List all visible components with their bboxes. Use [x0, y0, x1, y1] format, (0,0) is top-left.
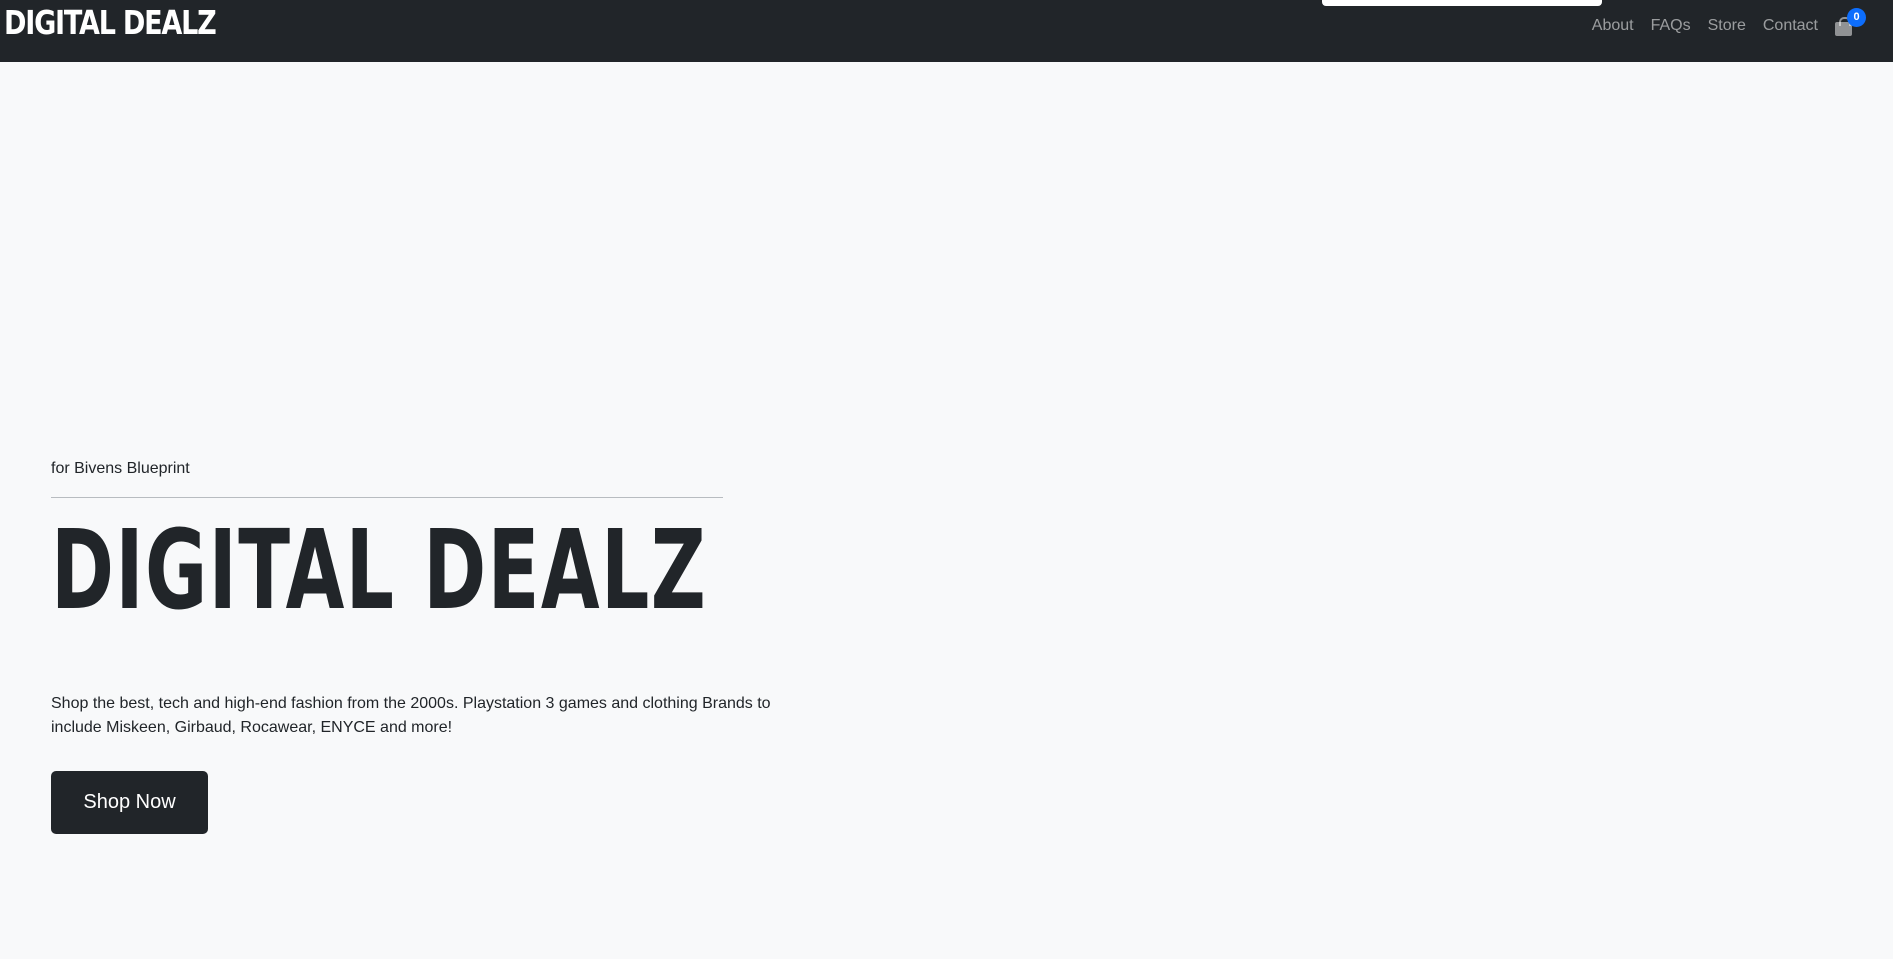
nav-link-faqs[interactable]: FAQs — [1651, 17, 1691, 35]
nav-links: About FAQs Store Contact 0 — [1592, 0, 1893, 52]
cart-count-badge: 0 — [1847, 8, 1866, 27]
hero-title: DIGITAL DEALZ — [51, 506, 708, 634]
hero-section: for Bivens Blueprint DIGITAL DEALZ Shop … — [51, 458, 831, 834]
hero-description: Shop the best, tech and high-end fashion… — [51, 694, 771, 736]
search-popup[interactable] — [1322, 0, 1602, 6]
top-navbar: DIGITAL DEALZ About FAQs Store Contact 0 — [0, 0, 1893, 62]
nav-link-store[interactable]: Store — [1708, 17, 1746, 35]
hero-eyebrow: for Bivens Blueprint — [51, 460, 190, 477]
hero-divider — [51, 497, 723, 498]
nav-link-about[interactable]: About — [1592, 17, 1634, 35]
brand-logo-link[interactable]: DIGITAL DEALZ — [4, 3, 217, 42]
nav-link-contact[interactable]: Contact — [1763, 17, 1818, 35]
cart-button[interactable]: 0 — [1833, 8, 1866, 37]
shop-now-button[interactable]: Shop Now — [51, 770, 208, 834]
